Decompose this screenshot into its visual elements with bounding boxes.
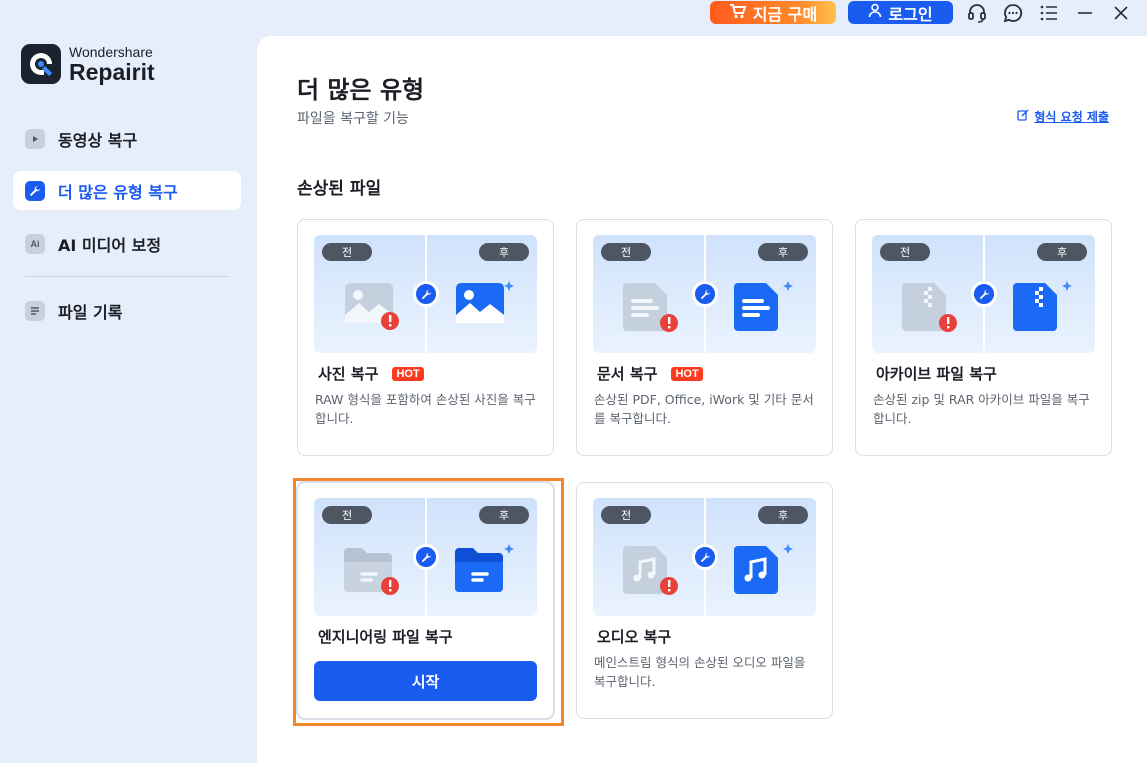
folder-broken-icon bbox=[344, 544, 404, 600]
archive-fixed-icon bbox=[1013, 281, 1073, 337]
before-after-preview: 전 후 bbox=[872, 235, 1095, 353]
card-description: RAW 형식을 포함하여 손상된 사진을 복구합니다. bbox=[315, 392, 536, 426]
before-after-preview: 전 후 bbox=[593, 235, 816, 353]
login-label: 로그인 bbox=[888, 4, 933, 24]
wrench-icon bbox=[25, 180, 45, 201]
cart-icon bbox=[729, 3, 747, 23]
repair-wrench-icon bbox=[692, 544, 718, 570]
product-name: Repairit bbox=[69, 58, 155, 85]
headset-icon[interactable] bbox=[966, 2, 988, 24]
login-button[interactable]: 로그인 bbox=[848, 1, 953, 24]
card-title: 엔지니어링 파일 복구 bbox=[318, 628, 453, 646]
request-format-link[interactable]: 형식 요청 제출 bbox=[1017, 108, 1109, 125]
sidebar-divider bbox=[25, 276, 230, 277]
request-format-label: 형식 요청 제출 bbox=[1034, 110, 1109, 124]
sidebar-item-label: 더 많은 유형 복구 bbox=[58, 182, 178, 202]
sidebar-item-label: AI 미디어 보정 bbox=[58, 235, 162, 255]
sidebar-item-ai-media[interactable]: Ai AI 미디어 보정 bbox=[13, 224, 241, 263]
section-title: 손상된 파일 bbox=[297, 179, 382, 199]
photo-broken-icon bbox=[344, 281, 404, 335]
before-tag: 전 bbox=[322, 243, 372, 261]
close-icon[interactable] bbox=[1110, 2, 1132, 24]
before-tag: 전 bbox=[880, 243, 930, 261]
sidebar-item-label: 파일 기록 bbox=[58, 302, 123, 322]
archive-repair-card[interactable]: 전 후 아카이브 파일 복구 손상된 zip 및 RAR 아카이브 파일을 복구… bbox=[855, 219, 1112, 456]
title-bar: 지금 구매 로그인 bbox=[0, 0, 1147, 26]
sidebar-item-video-repair[interactable]: 동영상 복구 bbox=[13, 119, 241, 158]
sidebar: Wondershare Repairit 동영상 복구 더 많은 유형 복구 A… bbox=[0, 26, 257, 763]
sidebar-item-more-types[interactable]: 더 많은 유형 복구 bbox=[13, 171, 241, 210]
app-logo: Wondershare Repairit bbox=[21, 44, 155, 84]
hot-badge: HOT bbox=[392, 366, 424, 381]
buy-now-button[interactable]: 지금 구매 bbox=[710, 1, 836, 24]
archive-broken-icon bbox=[902, 281, 962, 337]
page-title: 더 많은 유형 bbox=[297, 76, 425, 104]
before-after-preview: 전 후 bbox=[314, 498, 537, 616]
card-description: 손상된 zip 및 RAR 아카이브 파일을 복구합니다. bbox=[873, 392, 1090, 426]
before-tag: 전 bbox=[601, 243, 651, 261]
repair-wrench-icon bbox=[413, 544, 439, 570]
repair-wrench-icon bbox=[692, 281, 718, 307]
document-repair-card[interactable]: 전 후 문서 복구 HOT 손상된 PDF, Office, iWork 및 기… bbox=[576, 219, 833, 456]
after-tag: 후 bbox=[758, 506, 808, 524]
before-tag: 전 bbox=[601, 506, 651, 524]
after-tag: 후 bbox=[479, 243, 529, 261]
hot-badge: HOT bbox=[671, 366, 703, 381]
document-broken-icon bbox=[623, 281, 683, 337]
video-icon bbox=[25, 128, 45, 149]
minimize-icon[interactable] bbox=[1074, 2, 1096, 24]
chat-icon[interactable] bbox=[1002, 2, 1024, 24]
main-panel: 더 많은 유형 파일을 복구할 기능 형식 요청 제출 손상된 파일 전 후 사… bbox=[257, 36, 1147, 763]
buy-now-label: 지금 구매 bbox=[752, 4, 818, 24]
sidebar-item-label: 동영상 복구 bbox=[58, 130, 138, 150]
edit-icon bbox=[1017, 109, 1029, 124]
after-tag: 후 bbox=[758, 243, 808, 261]
card-title: 문서 복구 bbox=[597, 365, 658, 383]
repair-wrench-icon bbox=[413, 281, 439, 307]
card-title: 사진 복구 bbox=[318, 365, 379, 383]
before-tag: 전 bbox=[322, 506, 372, 524]
photo-fixed-icon bbox=[455, 281, 515, 335]
file-list-icon bbox=[25, 300, 45, 321]
before-after-preview: 전 후 bbox=[593, 498, 816, 616]
brand-name: Wondershare bbox=[69, 43, 153, 60]
user-icon bbox=[868, 3, 882, 22]
audio-broken-icon bbox=[623, 544, 683, 600]
folder-fixed-icon bbox=[455, 544, 515, 600]
engineering-file-repair-card[interactable]: 전 후 엔지니어링 파일 복구 시작 bbox=[297, 482, 554, 719]
card-title: 오디오 복구 bbox=[597, 628, 672, 646]
sidebar-item-file-history[interactable]: 파일 기록 bbox=[13, 291, 241, 330]
before-after-preview: 전 후 bbox=[314, 235, 537, 353]
photo-repair-card[interactable]: 전 후 사진 복구 HOT RAW 형식을 포함하여 손상된 사진을 복구합니다… bbox=[297, 219, 554, 456]
menu-icon[interactable] bbox=[1038, 2, 1060, 24]
card-description: 손상된 PDF, Office, iWork 및 기타 문서를 복구합니다. bbox=[594, 392, 814, 426]
document-fixed-icon bbox=[734, 281, 794, 337]
after-tag: 후 bbox=[479, 506, 529, 524]
start-button[interactable]: 시작 bbox=[314, 661, 537, 701]
repairit-logo-icon bbox=[21, 44, 61, 84]
audio-repair-card[interactable]: 전 후 오디오 복구 메인스트림 형식의 손상된 오디오 파일을 복구합니다. bbox=[576, 482, 833, 719]
card-title: 아카이브 파일 복구 bbox=[876, 365, 997, 383]
page-subtitle: 파일을 복구할 기능 bbox=[297, 111, 409, 127]
audio-fixed-icon bbox=[734, 544, 794, 600]
ai-icon: Ai bbox=[25, 233, 45, 254]
card-description: 메인스트림 형식의 손상된 오디오 파일을 복구합니다. bbox=[594, 655, 806, 689]
after-tag: 후 bbox=[1037, 243, 1087, 261]
repair-wrench-icon bbox=[971, 281, 997, 307]
